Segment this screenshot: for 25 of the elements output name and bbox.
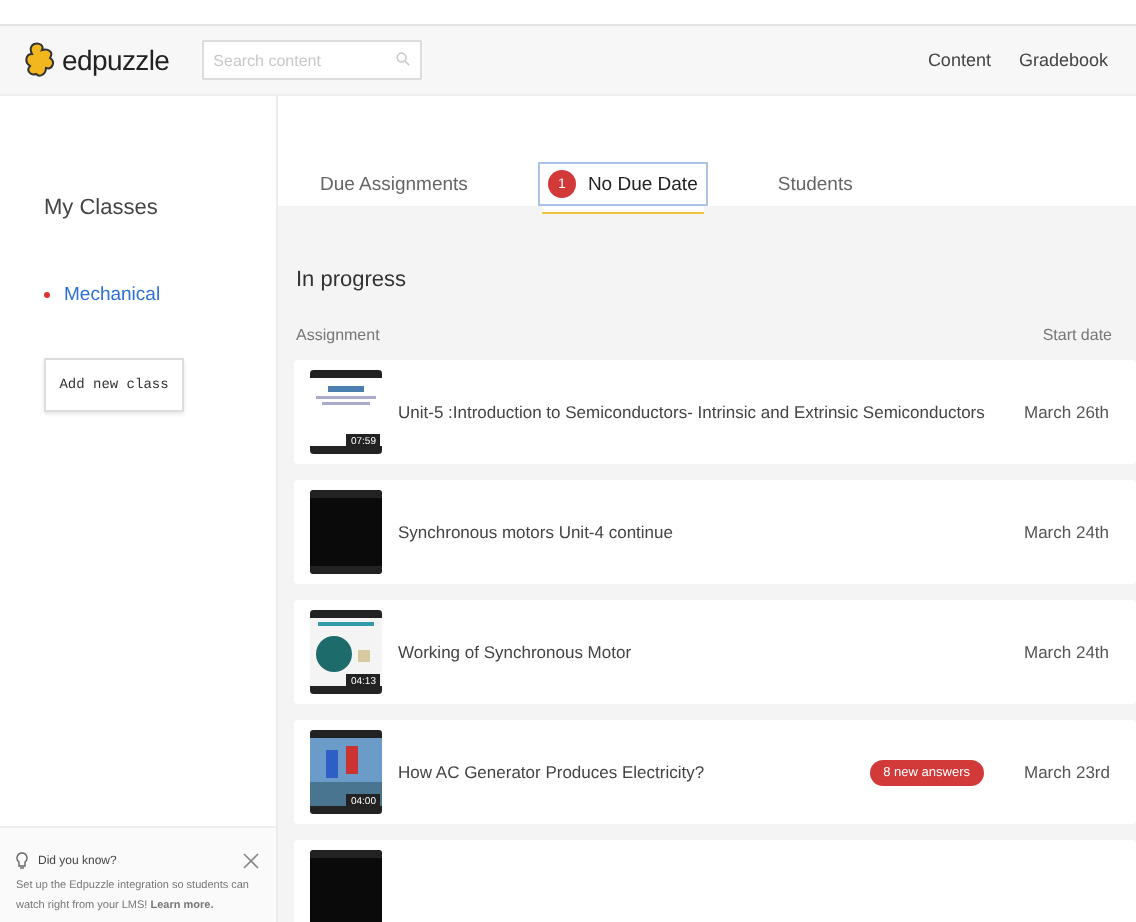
section-title: In progress: [294, 266, 409, 294]
assignment-title: Working of Synchronous Motor: [398, 642, 634, 662]
column-header: Assignment: [296, 326, 380, 344]
assignment-row[interactable]: [294, 840, 1136, 922]
search-icon: [395, 52, 410, 66]
lightbulb-icon: [16, 852, 28, 870]
tab[interactable]: Students: [767, 162, 863, 206]
start-date: March 24th: [1024, 642, 1112, 662]
logo-text: edpuzzle: [62, 44, 170, 76]
nav-link[interactable]: Content: [927, 50, 991, 70]
start-date: March 26th: [1024, 402, 1112, 422]
tab[interactable]: Due Assignments: [310, 162, 478, 206]
assignment-title: Synchronous motors Unit-4 continue: [398, 522, 675, 542]
class-link[interactable]: Mechanical: [0, 220, 276, 306]
close-button[interactable]: [242, 852, 260, 870]
selected-dot-icon: [44, 292, 50, 298]
column-header: Start date: [1042, 326, 1112, 344]
assignment-title: Unit-5 :Introduction to Semiconductors- Intrinsic and Extrinsic Semiconductors: [398, 402, 987, 422]
sidebar-title: My Classes: [42, 194, 160, 220]
start-date: March 23rd: [1024, 762, 1112, 782]
nav-link[interactable]: Gradebook: [1018, 50, 1108, 70]
puzzle-logo-icon: [24, 42, 56, 78]
assignment-title: How AC Generator Produces Electricity?: [398, 762, 707, 782]
assignment-row[interactable]: Synchronous motors Unit-4 continue March 24th: [294, 480, 1136, 584]
start-date: March 24th: [1024, 522, 1112, 542]
